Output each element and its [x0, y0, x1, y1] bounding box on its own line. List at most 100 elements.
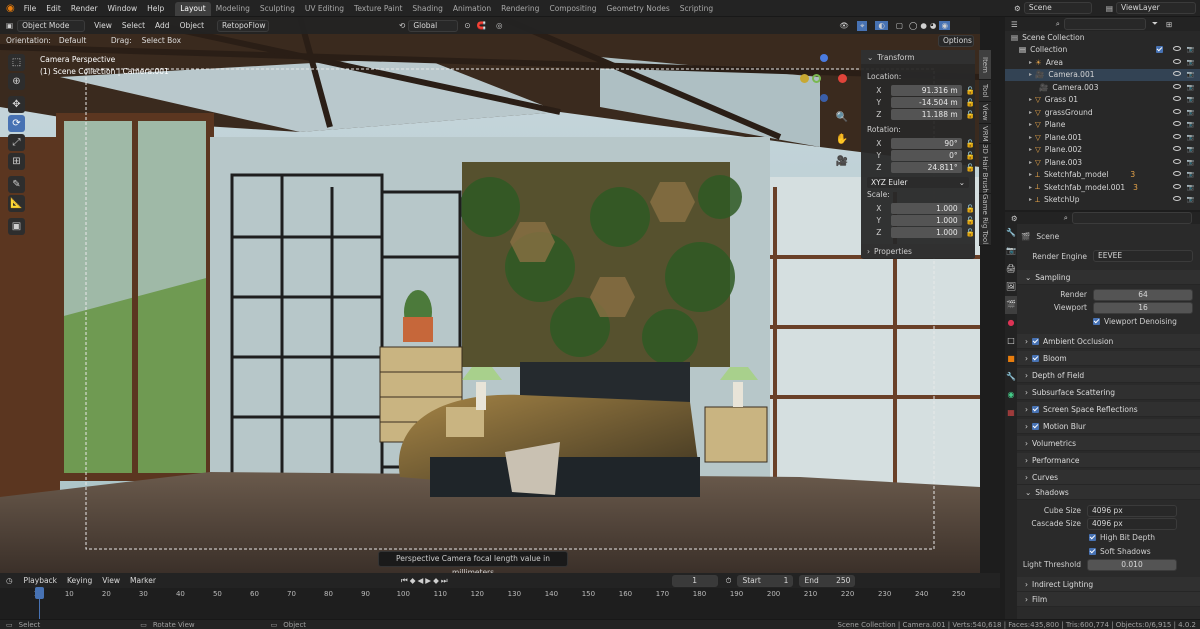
pan-hand-icon[interactable]: ✋	[835, 129, 849, 151]
visibility-eye-icon[interactable]	[1172, 146, 1181, 152]
render-engine-selector[interactable]: EEVEE	[1093, 250, 1193, 262]
viewlayer-selector[interactable]: ViewLayer	[1116, 2, 1196, 14]
properties-panel-header[interactable]: › Properties	[861, 244, 975, 258]
pivot-icon[interactable]: ⊙	[464, 21, 470, 30]
stopwatch-icon[interactable]: ⏱	[726, 576, 732, 586]
visibility-eye-icon[interactable]	[1172, 121, 1181, 127]
tab-geometry-nodes[interactable]: Geometry Nodes	[601, 2, 674, 16]
shading-wireframe-icon[interactable]: ◯	[909, 21, 917, 30]
camera-render-icon[interactable]: 📷	[1187, 146, 1194, 153]
visibility-eye-icon[interactable]	[1172, 158, 1181, 164]
shading-rendered-icon[interactable]: ◉	[939, 21, 950, 30]
expand-arrow-icon[interactable]: ▸	[1029, 59, 1032, 66]
outliner-item-plane-003[interactable]: ▸ ▽ Plane.003 📷	[1005, 156, 1200, 169]
expand-arrow-icon[interactable]: ▸	[1029, 159, 1032, 166]
lock-icon[interactable]: 🔓	[966, 163, 975, 172]
measure-tool-icon[interactable]: 📐	[8, 195, 25, 212]
lock-icon[interactable]: 🔓	[966, 151, 975, 160]
camera-render-icon[interactable]: 📷	[1187, 159, 1194, 166]
gizmo-y-axis-icon[interactable]	[800, 74, 809, 83]
viewport-menu-view[interactable]: View	[89, 17, 117, 34]
gizmo-toggle-icon[interactable]: ⌖	[857, 20, 868, 31]
tab-sculpting[interactable]: Sculpting	[255, 2, 300, 16]
scene-selector[interactable]: Scene	[1023, 2, 1092, 14]
timeline-menu-view[interactable]: View	[97, 572, 125, 589]
tab-animation[interactable]: Animation	[448, 2, 496, 16]
camera-render-icon[interactable]: 📷	[1187, 71, 1194, 78]
panel-subsurface-scattering[interactable]: › Subsurface Scattering	[1017, 385, 1200, 400]
add-cube-tool-icon[interactable]: ▣	[8, 218, 25, 235]
exclude-checkbox[interactable]	[1155, 46, 1163, 54]
visibility-eye-icon[interactable]	[1172, 46, 1181, 52]
panel-volumetrics[interactable]: › Volumetrics	[1017, 436, 1200, 451]
visibility-eye-icon[interactable]	[1172, 96, 1181, 102]
gizmo-neg-z-icon[interactable]	[820, 94, 828, 102]
visibility-eye-icon[interactable]	[1172, 71, 1181, 77]
start-frame-field[interactable]: Start 1	[737, 574, 794, 587]
sidebar-tab-tool[interactable]: Tool	[979, 80, 991, 102]
shadows-panel-header[interactable]: ⌄ Shadows	[1017, 485, 1200, 500]
panel-curves[interactable]: › Curves	[1017, 470, 1200, 485]
tab-uv-editing[interactable]: UV Editing	[300, 2, 349, 16]
camera-render-icon[interactable]: 📷	[1187, 96, 1194, 103]
camera-render-icon[interactable]: 📷	[1187, 84, 1194, 91]
sidebar-tab-3d-hair-brush[interactable]: 3D Hair Brush	[979, 144, 991, 194]
proportional-edit-icon[interactable]: ◎	[496, 21, 503, 30]
camera-render-icon[interactable]: 📷	[1187, 134, 1194, 141]
scale-z-field[interactable]: 1.000	[890, 226, 962, 238]
tab-scripting[interactable]: Scripting	[675, 2, 718, 16]
outliner-item-grass-01[interactable]: ▸ ▽ Grass 01 📷	[1005, 94, 1200, 107]
location-x-field[interactable]: 91.316 m	[890, 84, 962, 96]
transform-tool-icon[interactable]: ⊞	[8, 153, 25, 170]
transform-panel-header[interactable]: ⌄ Transform	[861, 50, 975, 64]
select-tool-icon[interactable]: ⬚	[8, 54, 25, 71]
drag-selector[interactable]: Select Box	[142, 36, 190, 45]
panel-bloom[interactable]: › Bloom	[1017, 351, 1200, 366]
transform-orientation-selector[interactable]: Global	[408, 19, 459, 32]
panel-enable-checkbox[interactable]	[1032, 422, 1039, 430]
shading-solid-icon[interactable]: ●	[920, 21, 927, 30]
jump-start-icon[interactable]: ⏮	[401, 576, 410, 585]
lock-icon[interactable]: 🔓	[966, 110, 975, 119]
outliner-item-sketchfab-model-001[interactable]: ▸ ⟂ Sketchfab_model.001 3 📷	[1005, 181, 1200, 194]
playhead[interactable]	[35, 587, 44, 599]
view-layer-tab-icon[interactable]: 🖼	[1005, 278, 1017, 296]
visibility-eye-icon[interactable]	[1172, 133, 1181, 139]
gizmo-x-axis-icon[interactable]	[838, 74, 847, 83]
tab-rendering[interactable]: Rendering	[496, 2, 544, 16]
rotate-tool-icon[interactable]: ⟳	[8, 115, 25, 132]
outliner-item-plane-002[interactable]: ▸ ▽ Plane.002 📷	[1005, 144, 1200, 157]
tab-compositing[interactable]: Compositing	[544, 2, 601, 16]
world-tab-icon[interactable]: ●	[1005, 314, 1017, 332]
timeline-editor-icon[interactable]: ◷	[6, 576, 13, 585]
expand-arrow-icon[interactable]: ▸	[1029, 71, 1032, 78]
expand-arrow-icon[interactable]: ▸	[1029, 96, 1032, 103]
rotation-x-field[interactable]: 90°	[890, 137, 962, 149]
render-tab-icon[interactable]: 📷	[1005, 242, 1017, 260]
tool-tab-icon[interactable]: 🔧	[1005, 224, 1017, 242]
orientation-selector[interactable]: Default	[59, 36, 107, 45]
menu-window[interactable]: Window	[103, 0, 143, 17]
camera-render-icon[interactable]: 📷	[1187, 121, 1194, 128]
scale-y-field[interactable]: 1.000	[890, 214, 962, 226]
lock-icon[interactable]: 🔓	[966, 86, 975, 95]
editor-type-icon[interactable]: ▣	[6, 21, 13, 30]
sidebar-tab-item[interactable]: Item	[979, 50, 991, 80]
outliner-item-plane-001[interactable]: ▸ ▽ Plane.001 📷	[1005, 131, 1200, 144]
lock-icon[interactable]: 🔓	[966, 139, 975, 148]
cascade-size-selector[interactable]: 4096 px	[1087, 517, 1177, 530]
film-panel-header[interactable]: › Film	[1017, 592, 1200, 607]
sidebar-tab-view[interactable]: View	[979, 102, 991, 124]
menu-edit[interactable]: Edit	[41, 0, 66, 17]
physics-tab-icon[interactable]: ◉	[1005, 386, 1017, 404]
output-tab-icon[interactable]: 🖨	[1005, 260, 1017, 278]
soft-shadows-checkbox[interactable]: Soft Shadows	[1005, 544, 1200, 558]
properties-search-input[interactable]	[1071, 212, 1192, 224]
overlays-toggle-icon[interactable]: ◐	[875, 21, 888, 30]
xray-toggle-icon[interactable]: ▢	[896, 21, 903, 30]
camera-view-icon[interactable]: 🎥	[835, 151, 849, 173]
location-z-field[interactable]: 11.188 m	[890, 108, 962, 120]
viewport-samples-field[interactable]: 16	[1093, 301, 1193, 314]
transform-orientation-icon[interactable]: ⟲	[399, 21, 405, 30]
lock-icon[interactable]: 🔓	[966, 98, 975, 107]
